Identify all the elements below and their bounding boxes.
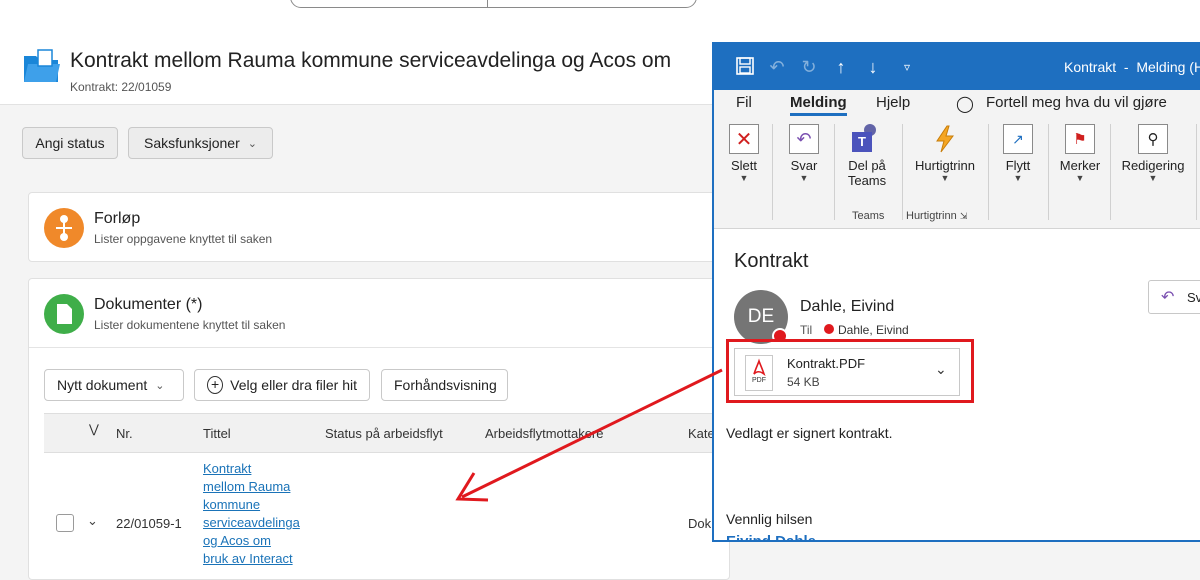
annotation-arrow [455, 368, 723, 502]
arrow-line [461, 368, 723, 499]
